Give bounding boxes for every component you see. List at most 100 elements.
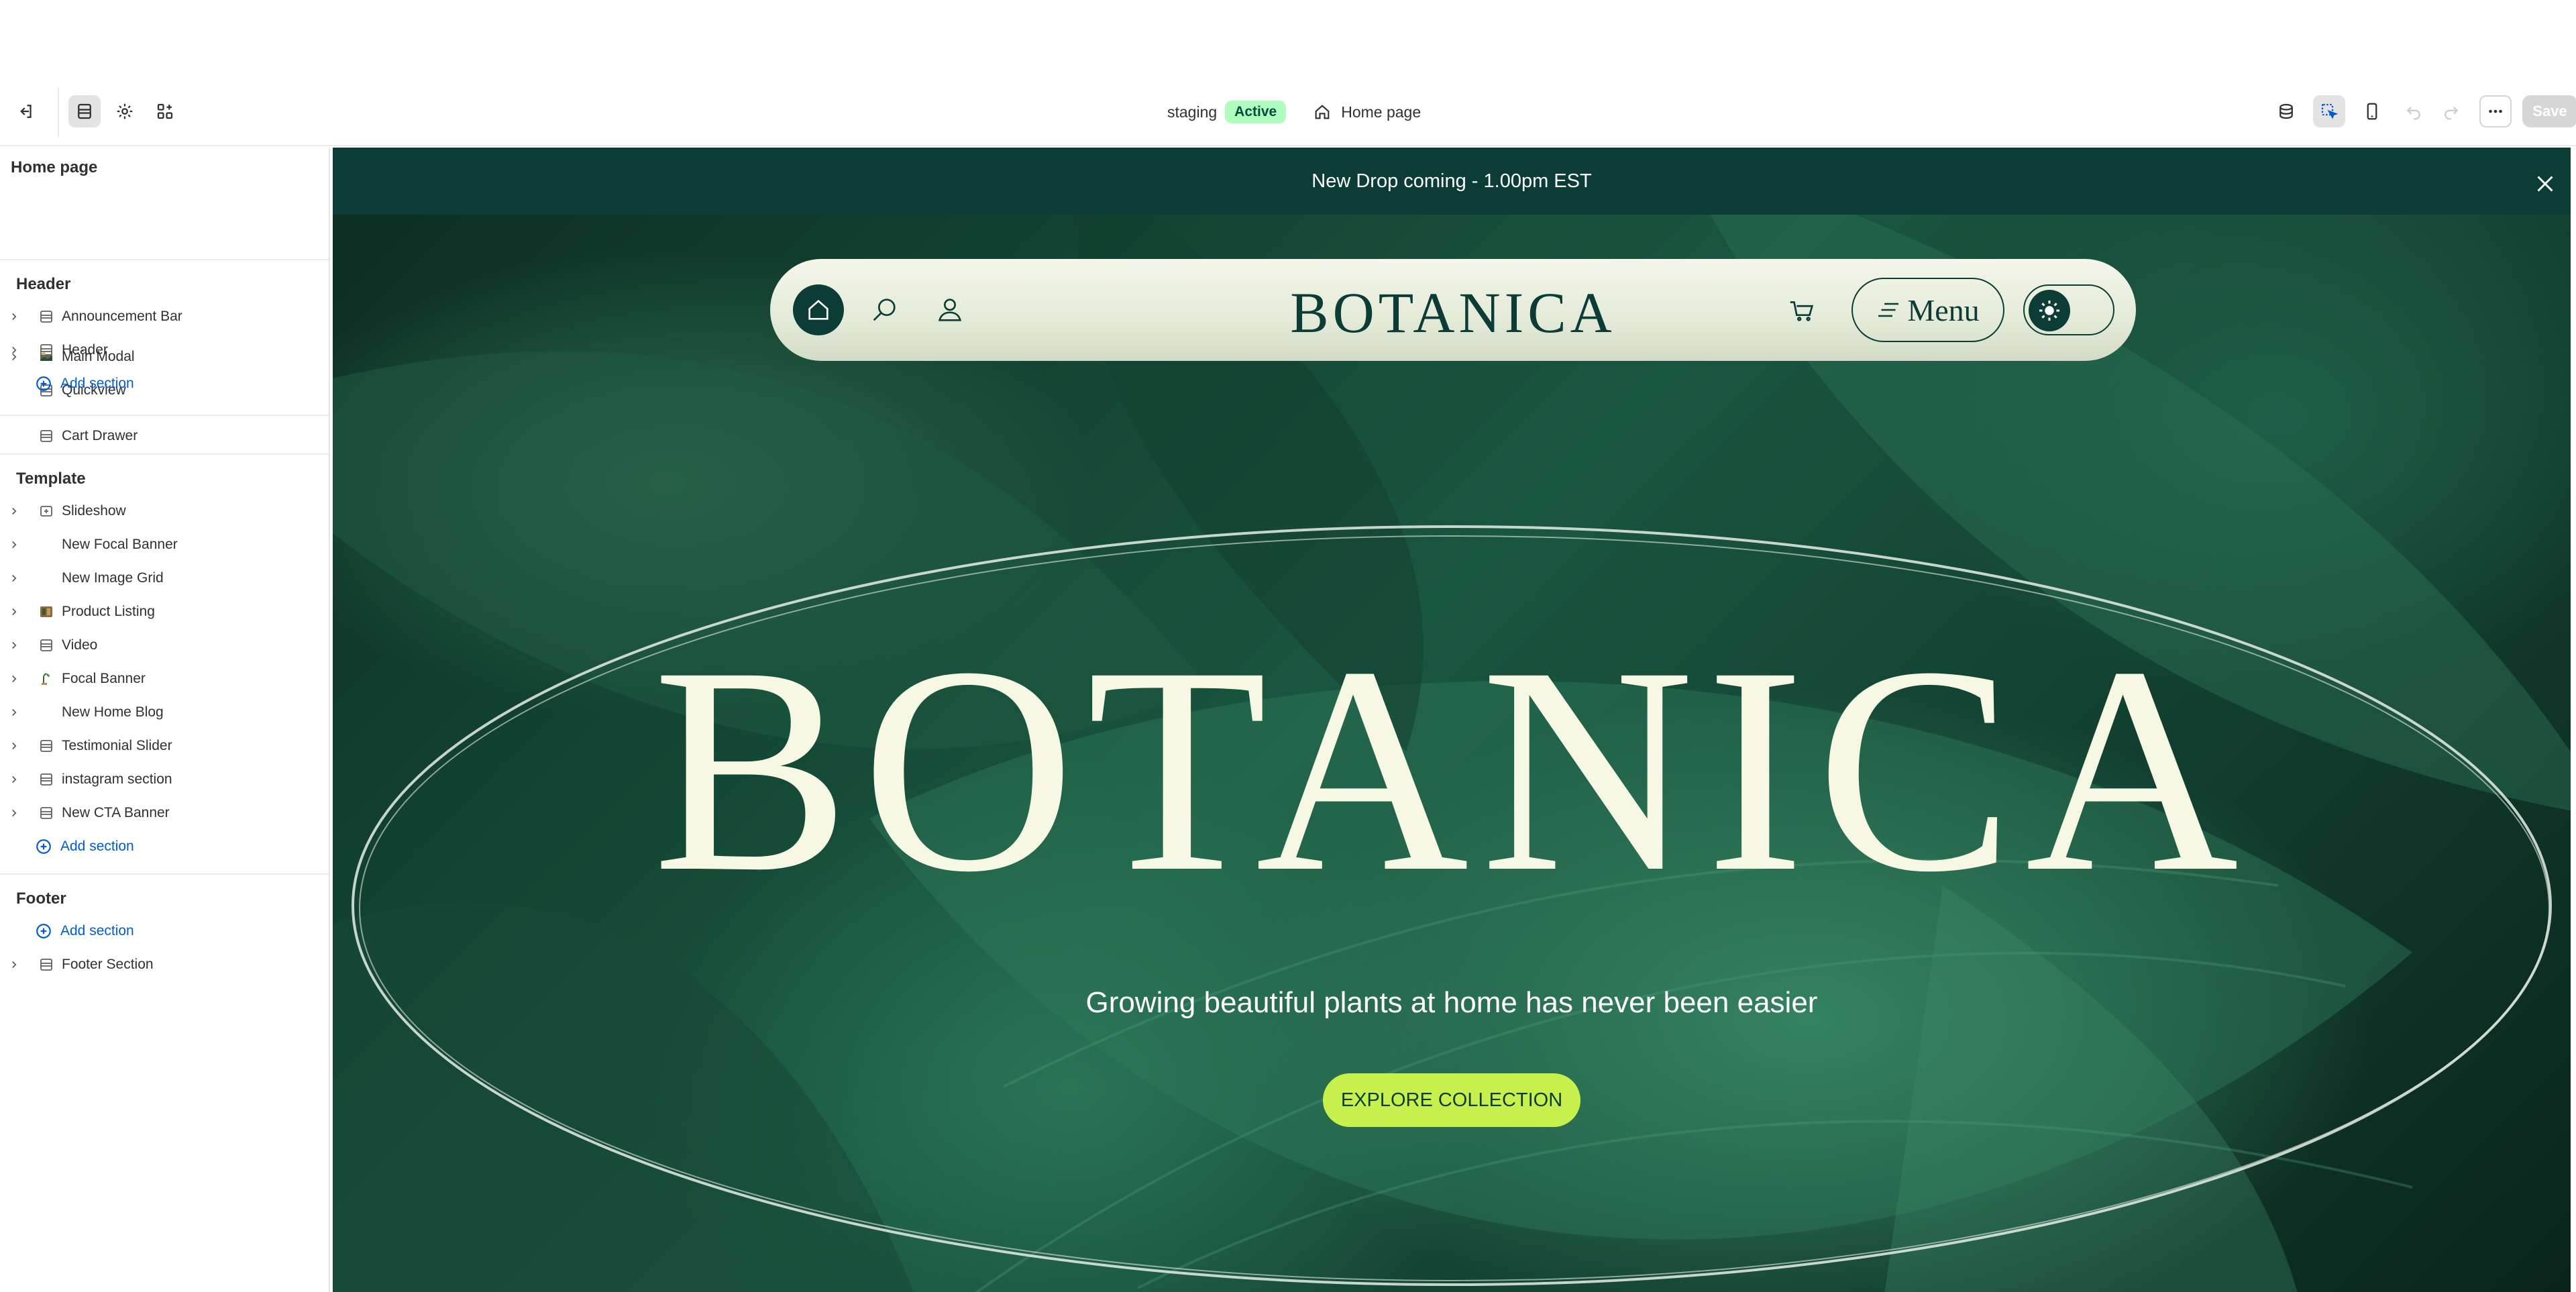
- section-video[interactable]: Video: [0, 631, 329, 660]
- section-slideshow[interactable]: Slideshow: [0, 496, 329, 526]
- section-instagram[interactable]: instagram section: [0, 765, 329, 794]
- cart-icon: [1790, 301, 1814, 321]
- section-testimonial-slider[interactable]: Testimonial Slider: [0, 731, 329, 761]
- plus-circle-icon: [36, 376, 51, 391]
- menu-label: Menu: [1907, 292, 1980, 327]
- page-name: Home page: [1341, 103, 1421, 121]
- announcement-bar[interactable]: New Drop coming - 1.00pm EST: [333, 148, 2571, 215]
- image-thumbnail-icon: [35, 602, 58, 621]
- section-icon: [35, 307, 58, 326]
- plus-circle-icon: [36, 839, 51, 854]
- chevron-right-icon[interactable]: [0, 539, 24, 551]
- cursor-select-icon: [2321, 103, 2339, 119]
- section-label: Testimonial Slider: [62, 738, 172, 753]
- add-section-footer-button[interactable]: Add section: [35, 916, 134, 946]
- section-label: Announcement Bar: [62, 309, 182, 324]
- add-section-header-button[interactable]: Add section: [35, 369, 134, 398]
- menu-button[interactable]: Menu: [1851, 278, 2004, 342]
- sidebar-divider: [0, 259, 329, 260]
- menu-lines-icon: [1878, 303, 1899, 317]
- section-new-image-grid[interactable]: New Image Grid: [0, 563, 329, 593]
- select-element-button[interactable]: [2313, 95, 2345, 127]
- chevron-right-icon[interactable]: [0, 773, 24, 786]
- group-footer-title: Footer: [16, 890, 66, 908]
- undo-button[interactable]: [2398, 95, 2430, 127]
- chevron-right-icon[interactable]: [0, 311, 24, 323]
- section-header[interactable]: Header: [0, 335, 329, 365]
- store-label: staging: [1167, 103, 1218, 121]
- chevron-right-icon[interactable]: [0, 639, 24, 651]
- image-thumbnail-icon: [35, 669, 58, 688]
- topbar-border: [0, 145, 2576, 146]
- plus-circle-icon: [36, 924, 51, 938]
- section-label: Header: [62, 342, 108, 358]
- explore-collection-button[interactable]: EXPLORE COLLECTION: [1323, 1073, 1580, 1127]
- app-embeds-button[interactable]: [149, 95, 181, 127]
- section-footer[interactable]: Footer Section: [0, 950, 329, 979]
- sections-button[interactable]: [68, 95, 101, 127]
- section-focal-banner[interactable]: Focal Banner: [0, 664, 329, 694]
- sidebar-divider: [0, 873, 329, 875]
- hero-banner: BOTANICA Menu BOTANICA Growing beautiful…: [333, 215, 2571, 1292]
- hero-title: BOTANICA: [652, 606, 2251, 933]
- add-section-template-button[interactable]: Add section: [35, 832, 134, 861]
- section-label: Cart Drawer: [62, 428, 138, 443]
- section-label: Video: [62, 637, 98, 653]
- theme-settings-button[interactable]: [109, 95, 141, 127]
- chevron-right-icon[interactable]: [0, 572, 24, 584]
- stack-icon: [2279, 103, 2293, 119]
- section-announcement-bar[interactable]: Announcement Bar: [0, 302, 329, 331]
- exit-button[interactable]: [9, 95, 42, 127]
- cart-button[interactable]: [1783, 291, 1821, 329]
- announcement-text: New Drop coming - 1.00pm EST: [1311, 170, 1592, 192]
- add-section-label: Add section: [60, 923, 134, 938]
- sun-icon: [2039, 301, 2059, 321]
- chevron-right-icon[interactable]: [0, 959, 24, 971]
- section-icon: [35, 955, 58, 974]
- chevron-right-icon[interactable]: [0, 706, 24, 718]
- inspector-button[interactable]: [2270, 95, 2302, 127]
- section-label: New CTA Banner: [62, 805, 170, 820]
- add-section-label: Add section: [60, 839, 134, 854]
- home-icon: [1315, 105, 1330, 119]
- more-actions-button[interactable]: [2479, 95, 2512, 127]
- section-new-cta-banner[interactable]: New CTA Banner: [0, 798, 329, 828]
- ellipsis-icon: [2489, 109, 2502, 113]
- page-selector[interactable]: Home page: [1313, 103, 1421, 121]
- section-icon: [35, 737, 58, 755]
- add-section-label: Add section: [60, 376, 134, 391]
- close-icon[interactable]: [2533, 172, 2557, 196]
- chevron-right-icon[interactable]: [0, 740, 24, 752]
- section-product-listing[interactable]: Product Listing: [0, 597, 329, 627]
- section-icon: [35, 427, 58, 445]
- redo-button[interactable]: [2435, 95, 2467, 127]
- section-label: Footer Section: [62, 957, 154, 972]
- section-icon: [35, 804, 58, 822]
- editor-topbar: staging Active Home page Save: [0, 87, 2576, 137]
- chevron-right-icon[interactable]: [0, 344, 24, 356]
- chevron-right-icon[interactable]: [0, 606, 24, 618]
- mobile-icon: [2367, 103, 2377, 120]
- section-label: New Focal Banner: [62, 537, 178, 552]
- slideshow-icon: [35, 502, 58, 521]
- section-label: Product Listing: [62, 604, 155, 619]
- chevron-right-icon[interactable]: [0, 673, 24, 685]
- undo-icon: [2406, 106, 2420, 120]
- save-button[interactable]: Save: [2522, 95, 2576, 127]
- chevron-right-icon[interactable]: [0, 505, 24, 517]
- mobile-preview-button[interactable]: [2356, 95, 2388, 127]
- chevron-right-icon[interactable]: [0, 807, 24, 819]
- theme-toggle[interactable]: [2023, 284, 2114, 335]
- topbar-divider: [58, 87, 59, 137]
- sidebar-divider: [0, 415, 329, 416]
- sections-icon: [78, 103, 91, 119]
- hero-subtitle: Growing beautiful plants at home has nev…: [1085, 986, 1818, 1019]
- storefront-preview[interactable]: New Drop coming - 1.00pm EST BOTANICA Me…: [333, 148, 2571, 1292]
- sidebar-divider: [0, 453, 329, 455]
- theme-context: staging Active Home page: [1167, 98, 1421, 126]
- group-template-title: Template: [16, 470, 86, 488]
- section-new-home-blog[interactable]: New Home Blog: [0, 698, 329, 727]
- section-cart-drawer[interactable]: Cart Drawer: [0, 421, 329, 451]
- section-new-focal-banner[interactable]: New Focal Banner: [0, 530, 329, 559]
- section-label: Focal Banner: [62, 671, 146, 686]
